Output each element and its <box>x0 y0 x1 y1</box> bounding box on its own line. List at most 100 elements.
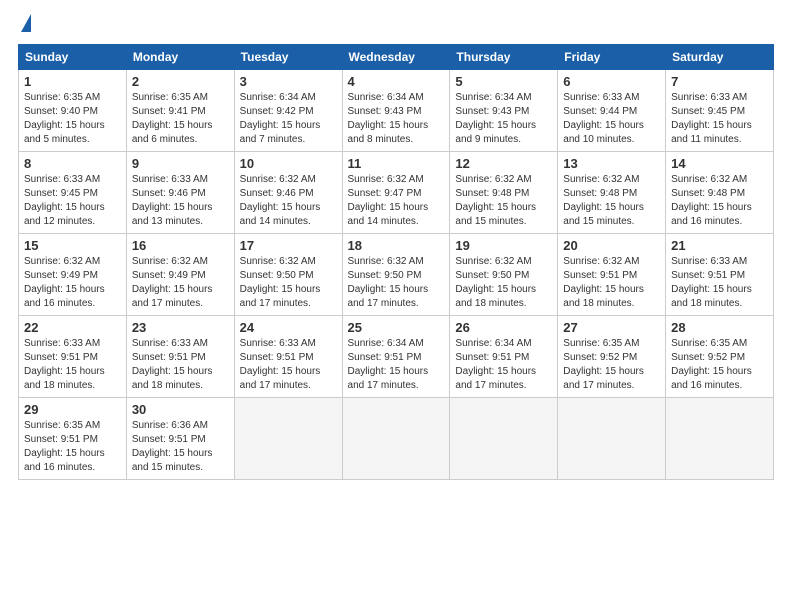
calendar-day-cell: 2 Sunrise: 6:35 AMSunset: 9:41 PMDaylight… <box>126 70 234 152</box>
day-info: Sunrise: 6:35 AMSunset: 9:51 PMDaylight:… <box>24 419 121 475</box>
calendar-day-header: Saturday <box>666 45 774 70</box>
calendar-day-cell: 20 Sunrise: 6:32 AMSunset: 9:51 PMDayligh… <box>558 234 666 316</box>
calendar-day-cell: 19 Sunrise: 6:32 AMSunset: 9:50 PMDayligh… <box>450 234 558 316</box>
logo <box>18 18 31 32</box>
day-info: Sunrise: 6:33 AMSunset: 9:51 PMDaylight:… <box>671 255 768 311</box>
day-info: Sunrise: 6:36 AMSunset: 9:51 PMDaylight:… <box>132 419 229 475</box>
calendar-day-cell: 30Sunrise: 6:36 AMSunset: 9:51 PMDayligh… <box>126 398 234 480</box>
calendar-day-cell: 22 Sunrise: 6:33 AMSunset: 9:51 PMDayligh… <box>19 316 127 398</box>
day-info: Sunrise: 6:32 AMSunset: 9:47 PMDaylight:… <box>348 173 445 229</box>
day-number: 28 <box>671 320 768 335</box>
calendar-week-row: 8 Sunrise: 6:33 AMSunset: 9:45 PMDaylight… <box>19 152 774 234</box>
calendar-header-row: SundayMondayTuesdayWednesdayThursdayFrid… <box>19 45 774 70</box>
day-number: 17 <box>240 238 337 253</box>
day-number: 11 <box>348 156 445 171</box>
calendar-day-cell: 24 Sunrise: 6:33 AMSunset: 9:51 PMDayligh… <box>234 316 342 398</box>
day-info: Sunrise: 6:32 AMSunset: 9:48 PMDaylight:… <box>671 173 768 229</box>
day-info: Sunrise: 6:32 AMSunset: 9:50 PMDaylight:… <box>240 255 337 311</box>
day-info: Sunrise: 6:35 AMSunset: 9:40 PMDaylight:… <box>24 91 121 147</box>
day-info: Sunrise: 6:33 AMSunset: 9:46 PMDaylight:… <box>132 173 229 229</box>
day-info: Sunrise: 6:33 AMSunset: 9:51 PMDaylight:… <box>132 337 229 393</box>
day-info: Sunrise: 6:32 AMSunset: 9:50 PMDaylight:… <box>455 255 552 311</box>
day-info: Sunrise: 6:33 AMSunset: 9:45 PMDaylight:… <box>24 173 121 229</box>
calendar-table: SundayMondayTuesdayWednesdayThursdayFrid… <box>18 44 774 480</box>
day-number: 10 <box>240 156 337 171</box>
day-number: 9 <box>132 156 229 171</box>
calendar-day-header: Monday <box>126 45 234 70</box>
day-number: 5 <box>455 74 552 89</box>
calendar-day-header: Friday <box>558 45 666 70</box>
calendar-day-cell <box>342 398 450 480</box>
day-number: 21 <box>671 238 768 253</box>
calendar-day-cell: 4 Sunrise: 6:34 AMSunset: 9:43 PMDaylight… <box>342 70 450 152</box>
calendar-day-cell: 7 Sunrise: 6:33 AMSunset: 9:45 PMDaylight… <box>666 70 774 152</box>
calendar-day-cell: 10 Sunrise: 6:32 AMSunset: 9:46 PMDayligh… <box>234 152 342 234</box>
day-number: 1 <box>24 74 121 89</box>
calendar-day-cell: 17 Sunrise: 6:32 AMSunset: 9:50 PMDayligh… <box>234 234 342 316</box>
day-number: 20 <box>563 238 660 253</box>
calendar-day-cell: 12 Sunrise: 6:32 AMSunset: 9:48 PMDayligh… <box>450 152 558 234</box>
day-number: 16 <box>132 238 229 253</box>
day-number: 18 <box>348 238 445 253</box>
calendar-day-cell: 6 Sunrise: 6:33 AMSunset: 9:44 PMDaylight… <box>558 70 666 152</box>
day-info: Sunrise: 6:34 AMSunset: 9:51 PMDaylight:… <box>455 337 552 393</box>
day-number: 29 <box>24 402 121 417</box>
calendar-day-cell: 11 Sunrise: 6:32 AMSunset: 9:47 PMDayligh… <box>342 152 450 234</box>
day-info: Sunrise: 6:32 AMSunset: 9:46 PMDaylight:… <box>240 173 337 229</box>
calendar-day-cell: 29 Sunrise: 6:35 AMSunset: 9:51 PMDayligh… <box>19 398 127 480</box>
calendar-day-cell: 14Sunrise: 6:32 AMSunset: 9:48 PMDayligh… <box>666 152 774 234</box>
day-info: Sunrise: 6:32 AMSunset: 9:49 PMDaylight:… <box>132 255 229 311</box>
calendar-day-header: Sunday <box>19 45 127 70</box>
day-info: Sunrise: 6:32 AMSunset: 9:48 PMDaylight:… <box>563 173 660 229</box>
day-info: Sunrise: 6:34 AMSunset: 9:42 PMDaylight:… <box>240 91 337 147</box>
day-number: 7 <box>671 74 768 89</box>
calendar-day-cell: 23 Sunrise: 6:33 AMSunset: 9:51 PMDayligh… <box>126 316 234 398</box>
day-number: 2 <box>132 74 229 89</box>
calendar-day-cell: 1 Sunrise: 6:35 AMSunset: 9:40 PMDaylight… <box>19 70 127 152</box>
day-number: 19 <box>455 238 552 253</box>
day-info: Sunrise: 6:32 AMSunset: 9:50 PMDaylight:… <box>348 255 445 311</box>
day-number: 24 <box>240 320 337 335</box>
header <box>18 18 774 32</box>
day-info: Sunrise: 6:34 AMSunset: 9:43 PMDaylight:… <box>348 91 445 147</box>
calendar-day-header: Thursday <box>450 45 558 70</box>
calendar-day-header: Tuesday <box>234 45 342 70</box>
calendar-day-cell: 5 Sunrise: 6:34 AMSunset: 9:43 PMDaylight… <box>450 70 558 152</box>
calendar-week-row: 29 Sunrise: 6:35 AMSunset: 9:51 PMDayligh… <box>19 398 774 480</box>
day-number: 12 <box>455 156 552 171</box>
day-info: Sunrise: 6:35 AMSunset: 9:52 PMDaylight:… <box>671 337 768 393</box>
calendar-day-cell <box>234 398 342 480</box>
calendar-day-cell: 16 Sunrise: 6:32 AMSunset: 9:49 PMDayligh… <box>126 234 234 316</box>
day-number: 6 <box>563 74 660 89</box>
day-info: Sunrise: 6:33 AMSunset: 9:51 PMDaylight:… <box>240 337 337 393</box>
day-number: 15 <box>24 238 121 253</box>
day-number: 8 <box>24 156 121 171</box>
day-number: 25 <box>348 320 445 335</box>
calendar-day-cell <box>666 398 774 480</box>
calendar-day-cell: 27Sunrise: 6:35 AMSunset: 9:52 PMDayligh… <box>558 316 666 398</box>
day-number: 22 <box>24 320 121 335</box>
day-info: Sunrise: 6:32 AMSunset: 9:49 PMDaylight:… <box>24 255 121 311</box>
day-info: Sunrise: 6:35 AMSunset: 9:41 PMDaylight:… <box>132 91 229 147</box>
calendar-day-cell: 15 Sunrise: 6:32 AMSunset: 9:49 PMDayligh… <box>19 234 127 316</box>
day-number: 3 <box>240 74 337 89</box>
calendar-week-row: 15 Sunrise: 6:32 AMSunset: 9:49 PMDayligh… <box>19 234 774 316</box>
day-info: Sunrise: 6:33 AMSunset: 9:45 PMDaylight:… <box>671 91 768 147</box>
calendar-day-header: Wednesday <box>342 45 450 70</box>
day-info: Sunrise: 6:33 AMSunset: 9:51 PMDaylight:… <box>24 337 121 393</box>
day-number: 13 <box>563 156 660 171</box>
day-info: Sunrise: 6:32 AMSunset: 9:51 PMDaylight:… <box>563 255 660 311</box>
calendar-day-cell <box>450 398 558 480</box>
calendar-day-cell: 3 Sunrise: 6:34 AMSunset: 9:42 PMDaylight… <box>234 70 342 152</box>
calendar-day-cell: 18 Sunrise: 6:32 AMSunset: 9:50 PMDayligh… <box>342 234 450 316</box>
calendar-day-cell: 26Sunrise: 6:34 AMSunset: 9:51 PMDayligh… <box>450 316 558 398</box>
logo-triangle-icon <box>21 14 31 32</box>
calendar-day-cell: 25Sunrise: 6:34 AMSunset: 9:51 PMDayligh… <box>342 316 450 398</box>
day-info: Sunrise: 6:34 AMSunset: 9:43 PMDaylight:… <box>455 91 552 147</box>
calendar-day-cell <box>558 398 666 480</box>
day-number: 4 <box>348 74 445 89</box>
day-info: Sunrise: 6:32 AMSunset: 9:48 PMDaylight:… <box>455 173 552 229</box>
day-info: Sunrise: 6:33 AMSunset: 9:44 PMDaylight:… <box>563 91 660 147</box>
day-number: 23 <box>132 320 229 335</box>
calendar-day-cell: 8 Sunrise: 6:33 AMSunset: 9:45 PMDaylight… <box>19 152 127 234</box>
